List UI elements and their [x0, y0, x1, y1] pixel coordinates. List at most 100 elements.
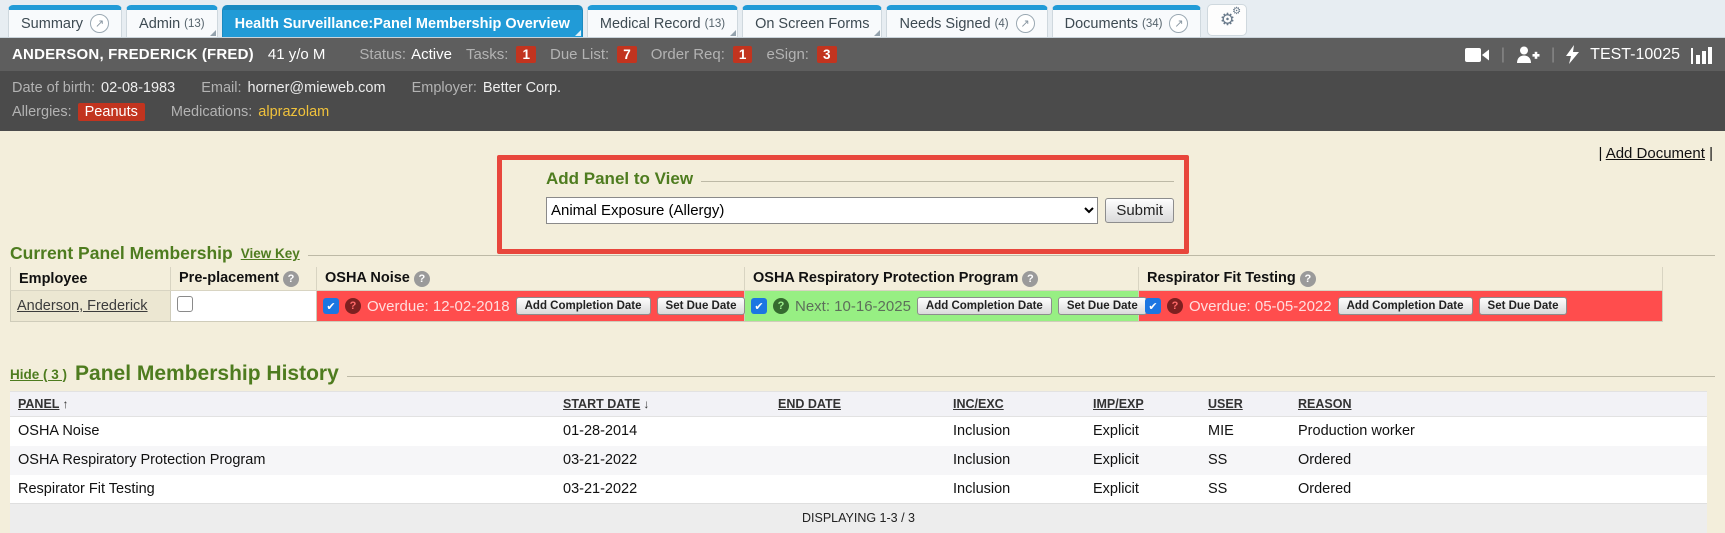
- osha-respiratory-cell: ✔ ? Next: 10-16-2025 Add Completion Date…: [745, 291, 1139, 322]
- column-header-pre-placement: Pre-placement ?: [171, 267, 317, 291]
- pre-placement-checkbox[interactable]: [177, 296, 193, 312]
- imp-exp-cell: Explicit: [1085, 475, 1200, 504]
- inc-exc-cell: Inclusion: [945, 475, 1085, 504]
- employee-link[interactable]: Anderson, Frederick: [17, 298, 148, 314]
- add-completion-date-button[interactable]: Add Completion Date: [917, 297, 1052, 315]
- end-date-cell: [770, 475, 945, 504]
- tab-summary[interactable]: Summary ↗: [8, 5, 122, 37]
- sort-start-date-link[interactable]: START DATE: [563, 397, 640, 411]
- imp-exp-cell: Explicit: [1085, 446, 1200, 475]
- set-due-date-button[interactable]: Set Due Date: [1058, 297, 1147, 315]
- help-icon[interactable]: ?: [283, 271, 299, 287]
- history-row: OSHA Noise 01-28-2014 Inclusion Explicit…: [10, 417, 1707, 446]
- tab-needs-signed[interactable]: Needs Signed (4) ↗: [886, 5, 1047, 37]
- view-key-link[interactable]: View Key: [241, 246, 300, 261]
- panel-cell: Respirator Fit Testing: [10, 475, 555, 504]
- add-panel-fieldset: Add Panel to View Animal Exposure (Aller…: [546, 169, 1174, 224]
- panel-cell: OSHA Respiratory Protection Program: [10, 446, 555, 475]
- history-row: Respirator Fit Testing 03-21-2022 Inclus…: [10, 475, 1707, 504]
- bar-chart-icon[interactable]: [1691, 46, 1713, 64]
- tab-label: Medical Record: [600, 16, 701, 32]
- hide-link[interactable]: Hide ( 3 ): [10, 367, 67, 382]
- due-list-label: Due List:: [550, 46, 609, 63]
- column-header-start-date: START DATE↓: [555, 392, 770, 417]
- user-cell: SS: [1200, 446, 1290, 475]
- tab-dropdown-fold-icon: [874, 30, 880, 36]
- column-header-user: USER: [1200, 392, 1290, 417]
- membership-header-row: Employee Pre-placement ? OSHA Noise ? OS…: [11, 267, 1663, 291]
- reason-cell: Production worker: [1290, 417, 1707, 446]
- patient-header-bar: ANDERSON, FREDERICK (FRED) 41 y/o M Stat…: [0, 38, 1725, 71]
- add-document-link[interactable]: Add Document: [1606, 145, 1705, 162]
- column-header-imp-exp: IMP/EXP: [1085, 392, 1200, 417]
- settings-button[interactable]: ⚙⚙: [1207, 4, 1247, 36]
- video-camera-icon[interactable]: [1465, 47, 1490, 63]
- tab-medical-record[interactable]: Medical Record (13): [587, 5, 738, 37]
- section-title: Current Panel Membership: [10, 243, 233, 264]
- tab-count: (13): [184, 18, 204, 30]
- set-due-date-button[interactable]: Set Due Date: [1479, 297, 1568, 315]
- reason-cell: Ordered: [1290, 446, 1707, 475]
- tab-bar: Summary ↗ Admin (13) Health Surveillance…: [0, 0, 1725, 38]
- sort-imp-exp-link[interactable]: IMP/EXP: [1093, 397, 1144, 411]
- sort-reason-link[interactable]: REASON: [1298, 397, 1351, 411]
- add-panel-legend: Add Panel to View: [546, 169, 693, 189]
- open-in-new-icon[interactable]: ↗: [1169, 14, 1188, 33]
- history-row: OSHA Respiratory Protection Program 03-2…: [10, 446, 1707, 475]
- tab-admin[interactable]: Admin (13): [126, 5, 218, 37]
- sort-inc-exc-link[interactable]: INC/EXC: [953, 397, 1004, 411]
- divider: |: [1501, 46, 1505, 64]
- help-icon[interactable]: ?: [1167, 298, 1183, 314]
- lightning-bolt-icon[interactable]: [1566, 45, 1579, 64]
- divider: |: [1551, 46, 1555, 64]
- sort-panel-link[interactable]: PANEL: [18, 397, 59, 411]
- open-in-new-icon[interactable]: ↗: [1016, 14, 1035, 33]
- esign-label: eSign:: [766, 46, 809, 63]
- pipe: |: [1598, 145, 1605, 162]
- submit-button[interactable]: Submit: [1105, 198, 1174, 223]
- tasks-count-badge[interactable]: 1: [516, 46, 536, 63]
- help-icon[interactable]: ?: [345, 298, 361, 314]
- tasks-label: Tasks:: [466, 46, 509, 63]
- add-completion-date-button[interactable]: Add Completion Date: [1338, 297, 1473, 315]
- tab-documents[interactable]: Documents (34) ↗: [1052, 5, 1202, 37]
- tab-label: Summary: [21, 16, 83, 32]
- add-completion-date-button[interactable]: Add Completion Date: [516, 297, 651, 315]
- start-date-cell: 01-28-2014: [555, 417, 770, 446]
- allergy-badge[interactable]: Peanuts: [78, 103, 145, 121]
- medication-value[interactable]: alprazolam: [258, 104, 329, 120]
- patient-id: TEST-10025: [1590, 46, 1680, 64]
- sort-end-date-link[interactable]: END DATE: [778, 397, 841, 411]
- set-due-date-button[interactable]: Set Due Date: [657, 297, 746, 315]
- osha-noise-cell: ✔ ? Overdue: 12-02-2018 Add Completion D…: [317, 291, 745, 322]
- fieldset-line: [701, 181, 1174, 182]
- due-list-count-badge[interactable]: 7: [617, 46, 637, 63]
- panel-checkbox[interactable]: ✔: [323, 298, 339, 314]
- column-header-osha-respiratory: OSHA Respiratory Protection Program ?: [745, 267, 1139, 291]
- add-user-icon[interactable]: [1516, 46, 1540, 63]
- panel-checkbox[interactable]: ✔: [1145, 298, 1161, 314]
- panel-checkbox[interactable]: ✔: [751, 298, 767, 314]
- tab-dropdown-fold-icon: [210, 30, 216, 36]
- help-icon[interactable]: ?: [1022, 271, 1038, 287]
- respirator-fit-cell: ✔ ? Overdue: 05-05-2022 Add Completion D…: [1139, 291, 1663, 322]
- help-icon[interactable]: ?: [773, 298, 789, 314]
- tab-label: Needs Signed: [899, 16, 990, 32]
- open-in-new-icon[interactable]: ↗: [90, 14, 109, 33]
- pipe: |: [1705, 145, 1713, 162]
- panel-cell: OSHA Noise: [10, 417, 555, 446]
- employer-label: Employer:: [412, 80, 477, 96]
- tab-on-screen-forms[interactable]: On Screen Forms: [742, 5, 882, 37]
- help-icon[interactable]: ?: [414, 271, 430, 287]
- esign-count-badge[interactable]: 3: [817, 46, 837, 63]
- help-icon[interactable]: ?: [1300, 271, 1316, 287]
- tab-health-surveillance-panel-membership-overview[interactable]: Health Surveillance:Panel Membership Ove…: [222, 5, 583, 37]
- panel-status-text: Overdue: 05-05-2022: [1189, 298, 1332, 315]
- tab-label: Admin: [139, 16, 180, 32]
- membership-table: Employee Pre-placement ? OSHA Noise ? OS…: [10, 267, 1663, 322]
- order-req-count-badge[interactable]: 1: [733, 46, 753, 63]
- sort-user-link[interactable]: USER: [1208, 397, 1243, 411]
- panel-select[interactable]: Animal Exposure (Allergy): [546, 197, 1098, 224]
- reason-cell: Ordered: [1290, 475, 1707, 504]
- user-cell: MIE: [1200, 417, 1290, 446]
